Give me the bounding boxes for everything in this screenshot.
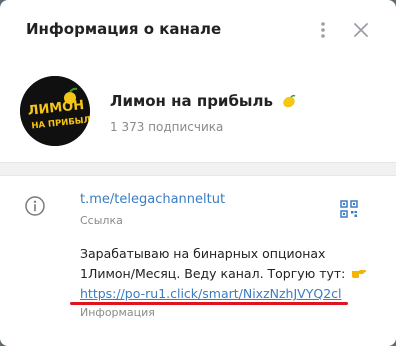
info-icon: [25, 196, 45, 216]
channel-name: Лимон на прибыль: [110, 92, 296, 110]
subscriber-count: 1 373 подписчика: [110, 120, 224, 134]
description-line-2: 1Лимон/Месяц. Веду канал. Торгую тут:: [80, 264, 380, 284]
red-highlight-underline: [70, 302, 348, 305]
close-button[interactable]: [350, 19, 372, 41]
more-button[interactable]: [312, 19, 334, 41]
avatar-logo: ЛИМОН НА ПРИБЫЛЬ: [20, 76, 90, 146]
channel-description: Зарабатываю на бинарных опционах 1Лимон/…: [80, 244, 380, 304]
pointing-hand-icon: [352, 270, 367, 278]
dialog-title: Информация о канале: [26, 20, 222, 38]
description-line-3: https://po-ru1.click/smart/NixzNzhJVYQ2c…: [80, 284, 380, 304]
section-divider: [0, 162, 396, 176]
dialog-header: Информация о канале: [0, 0, 396, 62]
close-icon: [354, 23, 368, 37]
channel-link-label: Ссылка: [80, 214, 123, 227]
description-label: Информация: [80, 306, 155, 319]
description-line-1: Зарабатываю на бинарных опционах: [80, 246, 326, 261]
qr-code-icon[interactable]: [340, 200, 358, 218]
channel-profile: ЛИМОН НА ПРИБЫЛЬ Лимон на прибыль 1 373 …: [0, 62, 396, 158]
channel-link[interactable]: t.me/telegachanneltut: [80, 192, 225, 207]
channel-info-dialog: Информация о канале ЛИМОН НА ПРИБЫЛЬ Лим…: [0, 0, 396, 346]
more-vertical-icon: [321, 22, 325, 38]
channel-name-text: Лимон на прибыль: [110, 92, 273, 110]
description-link[interactable]: https://po-ru1.click/smart/NixzNzhJVYQ2c…: [80, 286, 342, 301]
description-line-2-text: 1Лимон/Месяц. Веду канал. Торгую тут:: [80, 266, 346, 281]
avatar[interactable]: ЛИМОН НА ПРИБЫЛЬ: [20, 76, 90, 146]
lemon-icon: [283, 94, 296, 108]
